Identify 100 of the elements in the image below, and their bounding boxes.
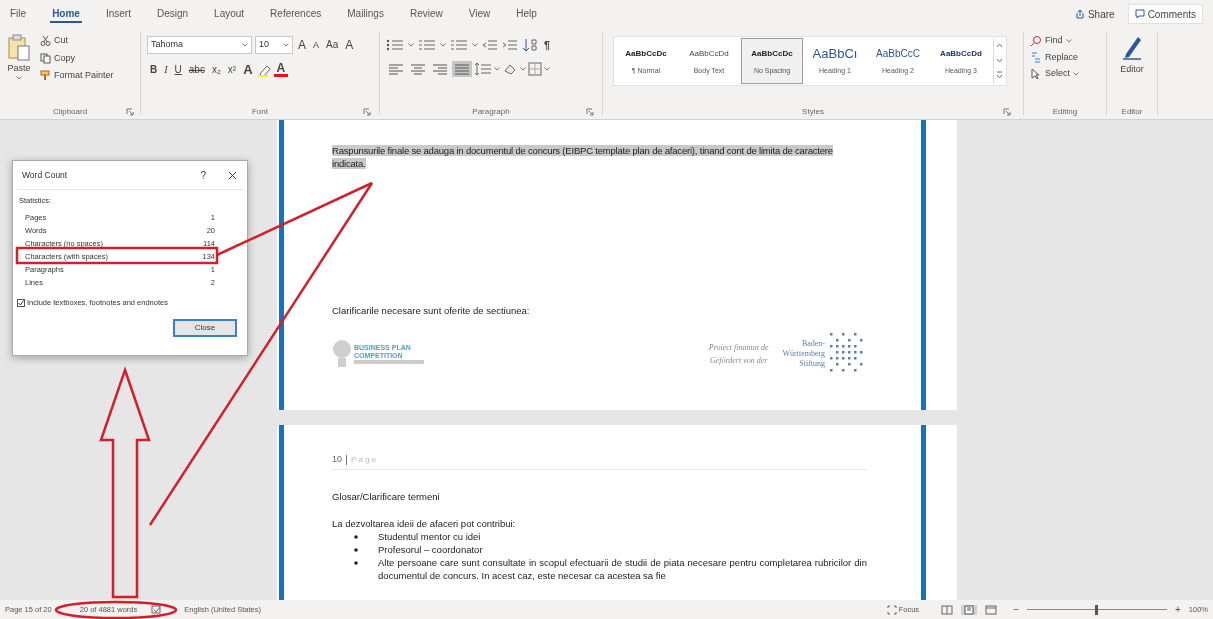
- text-effects-button[interactable]: A: [240, 60, 256, 80]
- ribbon-tab[interactable]: Help: [514, 5, 539, 23]
- group-label: Editing: [1052, 106, 1078, 118]
- underline-button[interactable]: U: [171, 62, 185, 78]
- italic-button[interactable]: I: [161, 62, 171, 78]
- focus-icon: [886, 604, 897, 615]
- section-heading: Glosar/Clarificare termeni: [332, 489, 441, 504]
- dialog-launcher-icon: [126, 108, 134, 116]
- group-label: Font: [252, 106, 268, 118]
- group-label: Paragraph: [472, 106, 510, 118]
- caret-icon: [440, 43, 446, 48]
- zoom-out-button[interactable]: −: [1013, 602, 1019, 617]
- replace-button[interactable]: Replace: [1030, 50, 1100, 64]
- multilevel-list-icon: [450, 38, 468, 53]
- dialog-launcher-icon: [363, 108, 371, 116]
- clipboard-icon: [7, 34, 31, 62]
- numbering-icon: [418, 38, 436, 53]
- check-icon: [18, 299, 24, 306]
- dialog-title: Word Count: [22, 168, 69, 182]
- bold-button[interactable]: B: [147, 62, 161, 78]
- print-layout-icon: [963, 604, 976, 615]
- clear-formatting-button[interactable]: A: [343, 37, 356, 53]
- align-justify-button[interactable]: [452, 60, 472, 77]
- decrease-indent-icon: [482, 38, 498, 53]
- caret-icon: [16, 75, 22, 80]
- share-icon: [1074, 9, 1085, 19]
- close-button[interactable]: Close: [173, 318, 237, 337]
- shrink-font-button[interactable]: A: [311, 37, 322, 53]
- group-label: Clipboard: [52, 106, 88, 118]
- comment-icon: [1134, 9, 1145, 19]
- ribbon-tab[interactable]: Design: [154, 5, 191, 23]
- strikethrough-button[interactable]: abc: [185, 62, 208, 78]
- caret-icon: [472, 43, 478, 48]
- ribbon-tab[interactable]: Home: [50, 5, 82, 23]
- list-item: Profesorul – coordonator: [378, 542, 483, 556]
- ribbon-tab[interactable]: View: [466, 5, 493, 23]
- list-item: Alte persoane care sunt consultate in scopul efectuarii de studii de piata necesare pentru completarea rubricilor din documentul de concurs. In acest caz, este necesar ca acestea sa fie: [378, 555, 867, 582]
- body-text: La dezvoltarea ideii de afaceri pot contribui:: [332, 516, 517, 530]
- dialog-launcher-icon: [586, 108, 594, 116]
- close-icon: [228, 170, 237, 180]
- caret-icon: [242, 43, 248, 47]
- paste-button[interactable]: Paste: [4, 32, 34, 105]
- caret-icon: [494, 66, 500, 71]
- ribbon-tab[interactable]: Review: [407, 5, 445, 23]
- bullet-icon: [354, 547, 358, 552]
- scissors-icon: [40, 35, 51, 47]
- increase-indent-icon: [502, 38, 518, 53]
- bullet-icon: [354, 560, 358, 565]
- proofing-icon: [151, 604, 163, 615]
- comments-button[interactable]: Comments: [1127, 4, 1203, 24]
- ribbon-tab[interactable]: File: [8, 5, 29, 23]
- format-painter-button[interactable]: Format Painter: [40, 69, 114, 83]
- caret-icon: [408, 43, 414, 48]
- font-size-field[interactable]: 10: [255, 36, 293, 54]
- group-label: Editor: [1121, 106, 1143, 118]
- show-formatting-marks-button[interactable]: ¶: [542, 37, 553, 54]
- caret-icon: [1073, 71, 1079, 76]
- list-item: Studentul mentor cu idei: [378, 529, 481, 543]
- ribbon-tab[interactable]: Layout: [212, 5, 247, 23]
- ribbon-tab[interactable]: References: [268, 5, 324, 23]
- find-button[interactable]: Find: [1030, 34, 1100, 48]
- copy-icon: [40, 52, 51, 64]
- copy-button[interactable]: Copy: [40, 51, 114, 65]
- zoom-slider[interactable]: [1026, 604, 1167, 615]
- subscript-button[interactable]: x₂: [208, 62, 224, 78]
- page-number: 10: [332, 453, 342, 466]
- group-label: Styles: [802, 106, 824, 118]
- caret-icon: [544, 66, 550, 71]
- cursor-icon: [1030, 67, 1042, 80]
- caret-icon: [520, 66, 526, 71]
- zoom-in-button[interactable]: +: [1174, 602, 1181, 617]
- read-mode-icon: [941, 604, 954, 615]
- sort-icon: [522, 38, 538, 53]
- lightbulb-icon: [332, 339, 352, 370]
- replace-icon: [1030, 51, 1042, 64]
- search-icon: [1030, 34, 1042, 47]
- bullet-icon: [354, 534, 358, 539]
- grow-font-button[interactable]: A: [296, 37, 308, 53]
- cut-button[interactable]: Cut: [40, 34, 114, 48]
- share-button[interactable]: Share: [1069, 4, 1120, 24]
- caret-icon: [283, 43, 289, 47]
- ribbon-tab[interactable]: Mailings: [345, 5, 386, 23]
- paintbrush-icon: [40, 70, 51, 82]
- change-case-button[interactable]: Aa: [324, 37, 341, 53]
- font-name-field[interactable]: Tahoma: [147, 36, 252, 54]
- caret-icon: [1065, 38, 1072, 43]
- gallery-scroll-buttons[interactable]: [993, 38, 1005, 84]
- web-layout-icon: [985, 604, 998, 615]
- font-color-button[interactable]: A: [273, 62, 289, 78]
- selected-paragraph: Raspunsurile finale se adauga in documentul de concurs (EIBPC template plan de afaceri), tinand cont de limita de caractere indicata.: [332, 144, 834, 170]
- funding-note: Proiect finantat de Gefördert von der: [708, 342, 769, 368]
- zoom-slider-thumb[interactable]: [1095, 604, 1099, 615]
- editor-button[interactable]: Editor: [1120, 34, 1144, 77]
- body-text: Clarificarile necesare sunt oferite de sectiunea:: [332, 304, 531, 318]
- dialog-launcher-icon: [1003, 108, 1011, 116]
- help-button[interactable]: ?: [200, 167, 206, 183]
- select-button[interactable]: Select: [1030, 67, 1100, 81]
- pen-icon: [1120, 34, 1144, 60]
- superscript-button[interactable]: x²: [224, 62, 240, 78]
- ribbon-tab[interactable]: Insert: [103, 5, 133, 23]
